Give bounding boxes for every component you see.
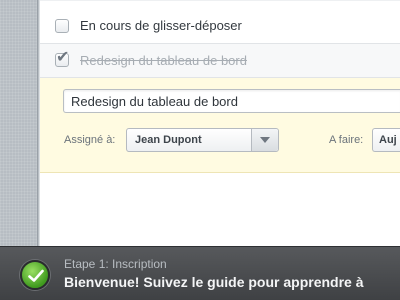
toast-step-label: Etape 1: Inscription [64,257,167,271]
task-label-completed: Redesign du tableau de bord [80,53,247,68]
check-icon: ✔ [56,47,70,66]
task-checkbox-checked[interactable]: ✔ [55,49,69,67]
task-row[interactable]: En cours de glisser-déposer [40,0,400,44]
onboarding-toast: Etape 1: Inscription Bienvenue! Suivez l… [0,246,400,300]
chevron-down-icon [260,137,270,143]
task-checkbox[interactable] [55,19,69,33]
assignee-value: Jean Dupont [135,134,202,146]
due-value: Auj [379,134,397,146]
due-date-select[interactable]: Auj [372,128,400,152]
check-icon [28,269,44,282]
assignee-select[interactable]: Jean Dupont [126,128,279,152]
due-label: A faire: [329,134,364,146]
task-editor: Assigné à: Jean Dupont A faire: Auj [40,78,400,173]
toast-message: Bienvenue! Suivez le guide pour apprendr… [64,274,364,290]
task-title-input[interactable] [63,89,400,113]
assignee-label: Assigné à: [64,134,116,146]
assignee-dropdown-button[interactable] [251,129,278,151]
success-check-icon [20,260,50,290]
task-row-completed[interactable]: ✔ Redesign du tableau de bord [40,44,400,78]
task-label: En cours de glisser-déposer [80,18,242,33]
